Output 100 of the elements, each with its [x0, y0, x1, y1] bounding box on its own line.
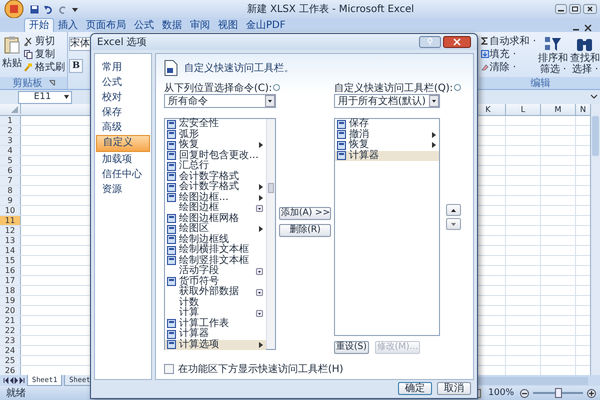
toolbar-command-item[interactable]: 撤消: [335, 130, 439, 140]
command-item[interactable]: 弧形: [165, 130, 266, 140]
row-number[interactable]: 2: [0, 126, 21, 135]
list-scrollbar[interactable]: [266, 119, 275, 349]
close-icon[interactable]: [583, 4, 597, 14]
command-item[interactable]: 货币符号: [165, 276, 266, 287]
nav-item[interactable]: 保存: [96, 105, 150, 120]
zoom-in-icon[interactable]: [587, 388, 596, 398]
toolbar-command-item[interactable]: 计算器: [335, 150, 439, 161]
reset-button[interactable]: 重设(S): [334, 341, 369, 354]
nav-item[interactable]: 公式: [96, 75, 150, 90]
nav-item[interactable]: 自定义: [96, 135, 150, 152]
command-item[interactable]: 计算选项: [165, 340, 266, 350]
ribbon-command[interactable]: 剪切: [24, 35, 65, 47]
paste-button[interactable]: 粘贴: [2, 34, 22, 70]
move-up-button[interactable]: [446, 204, 460, 216]
row-number[interactable]: 21: [0, 316, 21, 325]
command-item[interactable]: 绘图区: [165, 224, 266, 234]
office-button-icon[interactable]: [3, 0, 25, 18]
command-item[interactable]: 计算: [165, 308, 266, 318]
row-number[interactable]: 9: [0, 196, 21, 205]
row-number[interactable]: 7: [0, 176, 21, 185]
row-number[interactable]: 18: [0, 286, 21, 295]
command-item[interactable]: 获取外部数据: [165, 287, 266, 298]
ribbon-command[interactable]: 自动求和 ·: [480, 35, 536, 47]
row-number[interactable]: 17: [0, 276, 21, 285]
command-item[interactable]: 会计数字格式: [165, 182, 266, 192]
column-header[interactable]: M: [540, 104, 575, 115]
horizontal-scrollbar[interactable]: [476, 376, 588, 384]
sheet-navigation-icon[interactable]: [3, 377, 25, 384]
row-number[interactable]: 10: [0, 206, 21, 215]
row-number[interactable]: 23: [0, 336, 21, 345]
ribbon-command[interactable]: 格式刷: [24, 61, 65, 73]
row-number[interactable]: 24: [0, 346, 21, 355]
checkbox[interactable]: [164, 364, 174, 374]
ribbon-command[interactable]: 填充 ·: [480, 48, 536, 60]
ribbon-command[interactable]: 复制: [24, 48, 65, 60]
launcher-icon[interactable]: [48, 80, 54, 86]
ok-button[interactable]: 确定: [398, 382, 432, 395]
row-number[interactable]: 14: [0, 246, 21, 255]
command-item[interactable]: 活动字段: [165, 266, 266, 276]
help-icon[interactable]: [419, 36, 441, 48]
command-item[interactable]: 绘制竖排文本框: [165, 256, 266, 266]
command-item[interactable]: 恢复: [165, 140, 266, 150]
redo-icon[interactable]: [58, 4, 67, 14]
nav-item[interactable]: 常用: [96, 60, 150, 75]
row-number[interactable]: 13: [0, 236, 21, 245]
zoom-out-icon[interactable]: [520, 388, 529, 398]
undo-icon[interactable]: [44, 4, 53, 14]
minimize-icon[interactable]: [555, 4, 567, 14]
close-icon[interactable]: [584, 24, 592, 32]
row-number[interactable]: 3: [0, 136, 21, 145]
close-icon[interactable]: [443, 36, 471, 48]
font-name-field[interactable]: 宋体: [69, 37, 91, 51]
ribbon-tab[interactable]: 插入: [54, 19, 82, 32]
nav-item[interactable]: 加载项: [96, 152, 150, 167]
command-source-dropdown[interactable]: 所有命令: [164, 94, 276, 108]
ribbon-command[interactable]: 查找和 选择 ·: [570, 34, 600, 75]
toolbar-scope-dropdown[interactable]: 用于所有文档(默认): [334, 94, 440, 108]
command-item[interactable]: 绘制边框线: [165, 234, 266, 245]
row-number[interactable]: 15: [0, 256, 21, 265]
row-number[interactable]: 25: [0, 356, 21, 365]
row-number[interactable]: 22: [0, 326, 21, 335]
ribbon-tab[interactable]: 金山PDF: [242, 19, 290, 32]
command-item[interactable]: 绘制横排文本框: [165, 245, 266, 256]
command-item[interactable]: 会计数字格式: [165, 172, 266, 182]
save-icon[interactable]: [30, 4, 39, 14]
ribbon-tab[interactable]: 页面布局: [82, 19, 130, 32]
ribbon-tab[interactable]: 视图: [214, 19, 242, 32]
ribbon-tab[interactable]: 数据: [158, 19, 186, 32]
expand-icon[interactable]: [590, 93, 598, 102]
row-number[interactable]: 19: [0, 296, 21, 305]
row-number[interactable]: 6: [0, 166, 21, 175]
command-item[interactable]: 计数: [165, 298, 266, 308]
toolbar-command-item[interactable]: 保存: [335, 119, 439, 130]
cancel-button[interactable]: 取消: [437, 382, 471, 395]
name-box[interactable]: E11: [18, 90, 72, 104]
nav-item[interactable]: 校对: [96, 90, 150, 105]
command-item[interactable]: 计算工作表: [165, 318, 266, 329]
column-header[interactable]: L: [505, 104, 540, 115]
command-item[interactable]: 宏安全性: [165, 119, 266, 130]
vertical-scrollbar[interactable]: [590, 104, 600, 375]
nav-item[interactable]: 资源: [96, 182, 150, 197]
command-item[interactable]: 计算器: [165, 329, 266, 340]
move-down-button[interactable]: [446, 218, 460, 230]
toolbar-command-item[interactable]: 恢复: [335, 140, 439, 150]
nav-item[interactable]: 信任中心: [96, 167, 150, 182]
ribbon-tab[interactable]: 审阅: [186, 19, 214, 32]
row-number[interactable]: 4: [0, 146, 21, 155]
command-item[interactable]: 回复时包含更改...: [165, 150, 266, 161]
ribbon-tab[interactable]: 公式: [130, 19, 158, 32]
restore-icon[interactable]: [569, 4, 581, 14]
command-item[interactable]: 绘图边框: [165, 203, 266, 214]
row-number[interactable]: 20: [0, 306, 21, 315]
row-number[interactable]: 5: [0, 156, 21, 165]
remove-button[interactable]: 删除(R): [279, 224, 331, 237]
row-number[interactable]: 16: [0, 266, 21, 275]
command-item[interactable]: 绘图边框...: [165, 192, 266, 203]
ribbon-tab[interactable]: 开始: [24, 18, 54, 32]
bold-button[interactable]: B: [69, 59, 83, 73]
